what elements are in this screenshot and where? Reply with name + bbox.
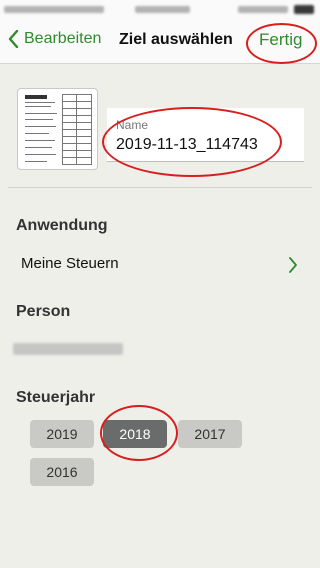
done-button[interactable]: Fertig xyxy=(259,30,302,50)
doc-table-line xyxy=(62,129,92,130)
year-chip-2016[interactable]: 2016 xyxy=(30,458,94,486)
doc-table-line xyxy=(62,115,92,116)
doc-line xyxy=(25,154,56,155)
person-row[interactable] xyxy=(0,336,320,360)
doc-line xyxy=(25,161,47,162)
doc-table-line xyxy=(62,143,92,144)
year-chip-2018-selected[interactable]: 2018 xyxy=(103,420,167,448)
doc-table-line xyxy=(62,108,92,109)
application-row[interactable]: Meine Steuern xyxy=(0,248,320,282)
page-title: Ziel auswählen xyxy=(119,31,233,48)
back-button[interactable]: Bearbeiten xyxy=(8,30,101,48)
battery-icon xyxy=(294,5,314,14)
doc-line xyxy=(25,113,57,114)
doc-header-block xyxy=(25,95,47,99)
doc-table-border xyxy=(62,94,92,95)
name-field[interactable]: Name 2019-11-13_114743 xyxy=(107,108,304,162)
name-field-label: Name xyxy=(116,118,149,132)
navigation-bar: Bearbeiten Ziel auswählen Fertig xyxy=(0,20,320,64)
status-bar-redacted-center xyxy=(135,6,190,13)
doc-table-line xyxy=(62,122,92,123)
doc-table-border xyxy=(62,164,92,165)
status-bar-redacted-left xyxy=(4,6,104,13)
application-value: Meine Steuern xyxy=(21,255,119,272)
doc-line xyxy=(25,133,49,134)
doc-line xyxy=(25,147,52,148)
name-field-value[interactable]: 2019-11-13_114743 xyxy=(116,136,258,154)
doc-table-line xyxy=(62,101,92,102)
status-bar xyxy=(0,0,320,20)
doc-table-line xyxy=(62,150,92,151)
person-name-redacted xyxy=(13,343,123,355)
year-chip-2017[interactable]: 2017 xyxy=(178,420,242,448)
doc-line xyxy=(25,102,55,103)
back-button-label: Bearbeiten xyxy=(24,30,102,47)
chevron-left-icon xyxy=(8,30,19,48)
section-heading-person: Person xyxy=(16,303,71,320)
document-thumbnail[interactable] xyxy=(17,88,98,170)
doc-table-column xyxy=(62,94,63,164)
doc-table-line xyxy=(62,157,92,158)
status-bar-redacted-right xyxy=(238,6,288,13)
chevron-right-icon xyxy=(289,257,297,273)
doc-line xyxy=(25,140,55,141)
year-chip-2019[interactable]: 2019 xyxy=(30,420,94,448)
doc-line xyxy=(25,106,51,107)
doc-table-line xyxy=(62,136,92,137)
doc-table-column xyxy=(91,94,92,164)
doc-line xyxy=(25,126,56,127)
divider xyxy=(8,187,312,188)
section-heading-application: Anwendung xyxy=(16,217,108,234)
section-heading-tax-year: Steuerjahr xyxy=(16,389,96,406)
doc-table-column xyxy=(76,94,77,164)
doc-line xyxy=(25,119,53,120)
